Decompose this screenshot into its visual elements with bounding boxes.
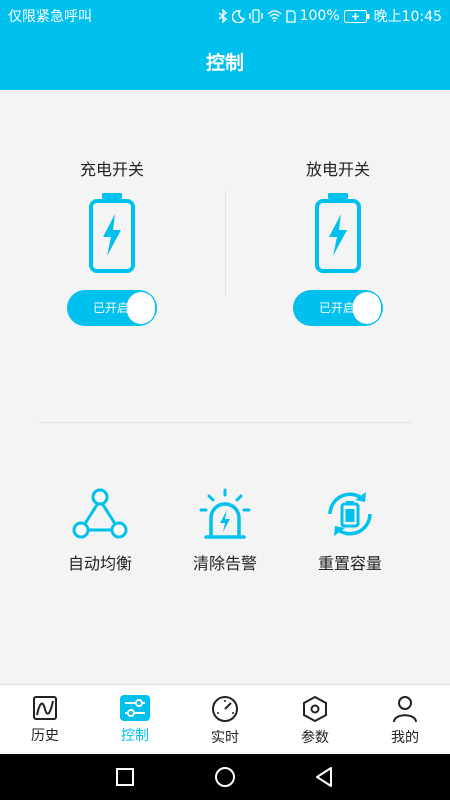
battery-refresh-icon <box>328 492 372 536</box>
discharge-toggle[interactable]: 已开启 <box>293 290 383 326</box>
home-circle-icon[interactable] <box>214 766 236 788</box>
auto-balance-button[interactable]: 自动均衡 <box>45 488 155 574</box>
chart-icon <box>33 696 57 720</box>
tab-history-label: 历史 <box>31 728 59 744</box>
reset-capacity-label: 重置容量 <box>317 554 382 573</box>
discharge-battery-icon <box>315 193 361 273</box>
charge-switch-section: 充电开关 已开启 <box>37 158 187 326</box>
clear-alarm-button[interactable]: 清除告警 <box>170 488 280 574</box>
page-title: 控制 <box>205 51 244 74</box>
reset-capacity-button[interactable]: 重置容量 <box>295 488 405 574</box>
control-panel: 充电开关 已开启 放电开关 已开启 自动均衡 清除告警 重置容量 <box>0 90 450 684</box>
triangle-network-icon <box>72 488 128 539</box>
system-nav-bar <box>0 754 450 800</box>
tab-control[interactable]: 控制 <box>90 685 180 754</box>
tab-parameters[interactable]: 参数 <box>270 685 360 754</box>
sliders-icon <box>120 695 150 721</box>
toggle-knob <box>127 292 155 324</box>
charge-battery-icon <box>89 193 135 273</box>
tab-mine[interactable]: 我的 <box>360 685 450 754</box>
status-icons: 100% 晚上10:45 <box>218 6 442 26</box>
clear-alarm-label: 清除告警 <box>192 554 257 573</box>
recents-square-icon[interactable] <box>115 766 135 788</box>
charge-switch-label: 充电开关 <box>79 160 144 179</box>
vibrate-icon <box>248 9 263 23</box>
battery-status-icon <box>343 9 370 23</box>
tab-realtime-label: 实时 <box>211 730 239 746</box>
auto-balance-label: 自动均衡 <box>67 554 132 573</box>
horizontal-divider <box>38 422 412 423</box>
tab-control-label: 控制 <box>121 728 149 744</box>
hex-nut-icon <box>303 695 327 723</box>
charge-toggle-state: 已开启 <box>93 301 130 315</box>
toggle-knob <box>353 292 381 324</box>
discharge-switch-label: 放电开关 <box>305 160 370 179</box>
moon-icon <box>231 9 245 23</box>
vertical-divider <box>225 190 226 296</box>
bluetooth-icon <box>218 9 227 23</box>
clock-text: 晚上10:45 <box>373 9 442 25</box>
tab-mine-label: 我的 <box>391 730 419 746</box>
tab-history[interactable]: 历史 <box>0 685 90 754</box>
carrier-text: 仅限紧急呼叫 <box>8 9 92 25</box>
discharge-switch-section: 放电开关 已开启 <box>263 158 413 326</box>
battery-percent: 100% <box>299 8 340 24</box>
alarm-light-icon <box>199 488 251 539</box>
sim-icon <box>285 9 296 23</box>
bottom-tab-bar: 历史 控制 实时 参数 我的 <box>0 684 450 754</box>
tab-realtime[interactable]: 实时 <box>180 685 270 754</box>
gauge-icon <box>212 696 238 722</box>
app-header: 控制 <box>0 32 450 90</box>
wifi-icon <box>267 10 282 22</box>
charge-toggle[interactable]: 已开启 <box>67 290 157 326</box>
discharge-toggle-state: 已开启 <box>319 301 356 315</box>
person-icon <box>393 696 417 723</box>
back-triangle-icon[interactable] <box>314 766 334 788</box>
tab-parameters-label: 参数 <box>301 730 329 746</box>
status-bar: 仅限紧急呼叫 100% 晚上10:45 <box>0 0 450 32</box>
